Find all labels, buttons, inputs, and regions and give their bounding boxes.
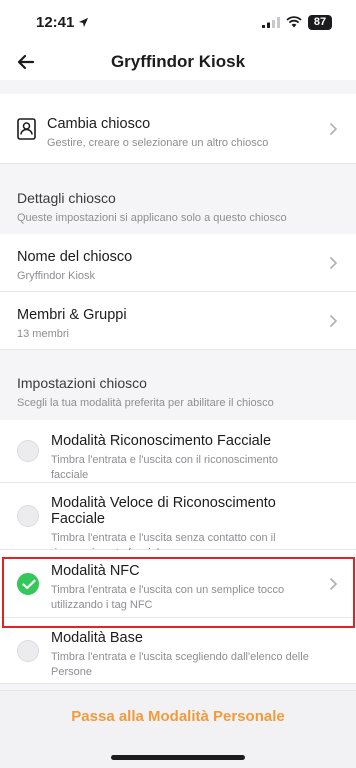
mode-radio[interactable] — [17, 440, 39, 462]
mode-radio[interactable] — [17, 505, 39, 527]
mode-face-recognition-row[interactable]: Modalità Riconoscimento Facciale Timbra … — [0, 420, 356, 483]
mode-description: Timbra l'entrata e l'uscita con il ricon… — [51, 454, 278, 481]
kiosk-name-label: Nome del chiosco — [17, 249, 133, 265]
settings-section-header: Impostazioni chiosco Scegli la tua modal… — [0, 350, 356, 420]
status-bar: 12:41 87 — [0, 0, 356, 44]
details-section-title: Dettagli chiosco — [17, 190, 116, 206]
status-time: 12:41 — [36, 14, 89, 31]
settings-scroll-area[interactable]: Cambia chiosco Gestire, creare o selezio… — [0, 80, 356, 690]
mode-radio[interactable] — [17, 640, 39, 662]
members-groups-label: Membri & Gruppi — [17, 307, 127, 323]
details-section-subtitle: Queste impostazioni si applicano solo a … — [17, 212, 287, 224]
status-indicators: 87 — [262, 14, 332, 30]
mode-title: Modalità Veloce di Riconoscimento Faccia… — [51, 495, 276, 527]
mode-radio-selected[interactable] — [17, 573, 39, 595]
chevron-right-icon — [329, 122, 338, 136]
cellular-signal-icon — [262, 16, 280, 28]
settings-section-subtitle: Scegli la tua modalità preferita per abi… — [17, 397, 274, 409]
mode-description: Timbra l'entrata e l'uscita scegliendo d… — [51, 651, 309, 678]
wifi-icon — [286, 16, 302, 28]
page-title: Gryffindor Kiosk — [110, 52, 246, 71]
chevron-right-icon — [329, 256, 338, 270]
kiosk-profile-icon — [17, 118, 36, 140]
mode-fast-face-recognition-row[interactable]: Modalità Veloce di Riconoscimento Faccia… — [0, 483, 356, 559]
mode-title: Modalità Riconoscimento Facciale — [51, 433, 272, 449]
kiosk-name-value: Gryffindor Kiosk — [17, 270, 96, 282]
footer: Passa alla Modalità Personale — [0, 690, 356, 768]
chevron-right-icon — [329, 577, 338, 591]
battery-level: 87 — [308, 14, 332, 30]
mode-base-row[interactable]: Modalità Base Timbra l'entrata e l'uscit… — [0, 618, 356, 684]
mode-title: Modalità NFC — [51, 563, 140, 579]
kiosk-name-row[interactable]: Nome del chiosco Gryffindor Kiosk — [0, 234, 356, 292]
details-section-header: Dettagli chiosco Queste impostazioni si … — [0, 164, 356, 234]
time-label: 12:41 — [36, 13, 75, 31]
nav-bar: Gryffindor Kiosk — [0, 44, 356, 80]
change-kiosk-row[interactable]: Cambia chiosco Gestire, creare o selezio… — [0, 94, 356, 164]
members-count: 13 membri — [17, 328, 69, 340]
settings-section-title: Impostazioni chiosco — [17, 375, 147, 391]
mode-description: Timbra l'entrata e l'uscita con un sempl… — [51, 584, 285, 611]
mode-nfc-row[interactable]: Modalità NFC Timbra l'entrata e l'uscita… — [0, 550, 356, 618]
top-spacer — [0, 80, 356, 94]
change-kiosk-title: Cambia chiosco — [47, 116, 151, 132]
checkmark-icon — [22, 579, 36, 590]
back-arrow-icon[interactable] — [14, 50, 38, 74]
home-indicator — [111, 755, 245, 760]
change-kiosk-subtitle: Gestire, creare o selezionare un altro c… — [47, 137, 269, 149]
switch-personal-mode-button[interactable]: Passa alla Modalità Personale — [0, 708, 356, 725]
mode-title: Modalità Base — [51, 630, 143, 646]
location-arrow-icon — [79, 17, 89, 27]
chevron-right-icon — [329, 314, 338, 328]
members-groups-row[interactable]: Membri & Gruppi 13 membri — [0, 292, 356, 350]
